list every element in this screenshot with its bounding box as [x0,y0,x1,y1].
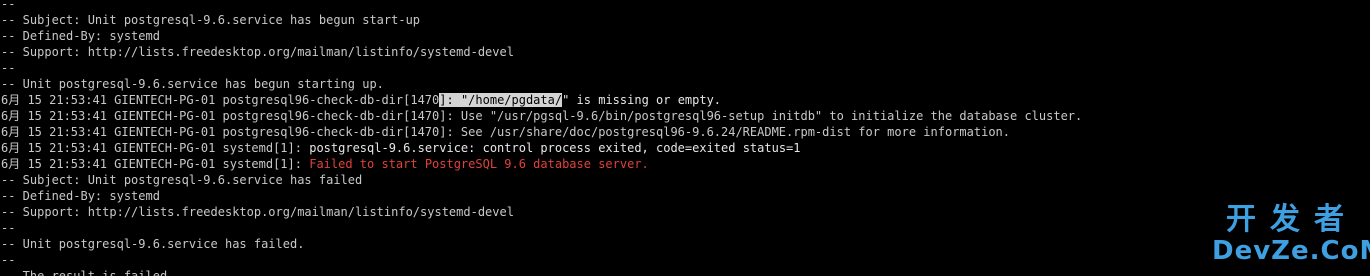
terminal-line: 6月 15 21:53:41 GIENTECH-PG-01 systemd[1]… [0,140,1370,156]
terminal-line: 6月 15 21:53:41 GIENTECH-PG-01 postgresql… [0,108,1370,124]
terminal-line: -- Support: http://lists.freedesktop.org… [0,204,1370,220]
terminal-line: -- The result is failed. [0,268,1370,276]
line-text: -- Support: http://lists.freedesktop.org… [1,205,514,219]
devze-watermark-logo: 开发者 DevZe.CoM [1212,202,1370,266]
line-text: postgresql-9.6.service: control process … [309,141,801,155]
watermark-cn-text: 开发者 [1226,202,1358,237]
line-text: -- Subject: Unit postgresql-9.6.service … [1,13,421,27]
line-text: -- [1,221,16,235]
line-text: -- Subject: Unit postgresql-9.6.service … [1,173,363,187]
terminal-line: -- Support: http://lists.freedesktop.org… [0,44,1370,60]
terminal-line: -- Subject: Unit postgresql-9.6.service … [0,12,1370,28]
terminal-line: -- [0,252,1370,268]
line-text: -- Unit postgresql-9.6.service has faile… [1,237,305,251]
line-text: 6月 15 21:53:41 GIENTECH-PG-01 systemd[1]… [1,157,310,171]
line-text: 6月 15 21:53:41 GIENTECH-PG-01 systemd[1]… [1,141,310,155]
line-text: -- Support: http://lists.freedesktop.org… [1,45,514,59]
terminal-line: -- Defined-By: systemd [0,188,1370,204]
terminal-line: 6月 15 21:53:41 GIENTECH-PG-01 postgresql… [0,124,1370,140]
terminal-line: -- [0,220,1370,236]
line-text: " is missing or empty. [562,93,722,107]
line-text: -- [1,61,16,75]
terminal-line: -- [0,60,1370,76]
line-text: 6月 15 21:53:41 GIENTECH-PG-01 postgresql… [1,109,1083,123]
terminal-line: 6月 15 21:53:41 GIENTECH-PG-01 postgresql… [0,92,1370,108]
line-text: -- Unit postgresql-9.6.service has begun… [1,77,384,91]
watermark-en-text: DevZe.CoM [1212,236,1370,266]
terminal-line: -- [0,0,1370,12]
terminal-output[interactable]: -- -- Subject: Unit postgresql-9.6.servic… [0,0,1370,276]
terminal-line: -- Unit postgresql-9.6.service has begun… [0,76,1370,92]
terminal-line: -- Subject: Unit postgresql-9.6.service … [0,172,1370,188]
line-text: -- Defined-By: systemd [1,189,160,203]
line-text: -- [1,0,16,11]
error-text: Failed to start PostgreSQL 9.6 database … [309,157,649,171]
line-text: -- The result is failed. [1,269,175,276]
selected-text: ]: "/home/pgdata/ [439,93,563,107]
line-text: 6月 15 21:53:41 GIENTECH-PG-01 postgresql… [1,125,1010,139]
line-text: 6月 15 21:53:41 GIENTECH-PG-01 postgresql… [1,93,440,107]
line-text: -- Defined-By: systemd [1,29,160,43]
line-text: -- [1,253,16,267]
terminal-line: -- Defined-By: systemd [0,28,1370,44]
terminal-line: 6月 15 21:53:41 GIENTECH-PG-01 systemd[1]… [0,156,1370,172]
terminal-line: -- Unit postgresql-9.6.service has faile… [0,236,1370,252]
